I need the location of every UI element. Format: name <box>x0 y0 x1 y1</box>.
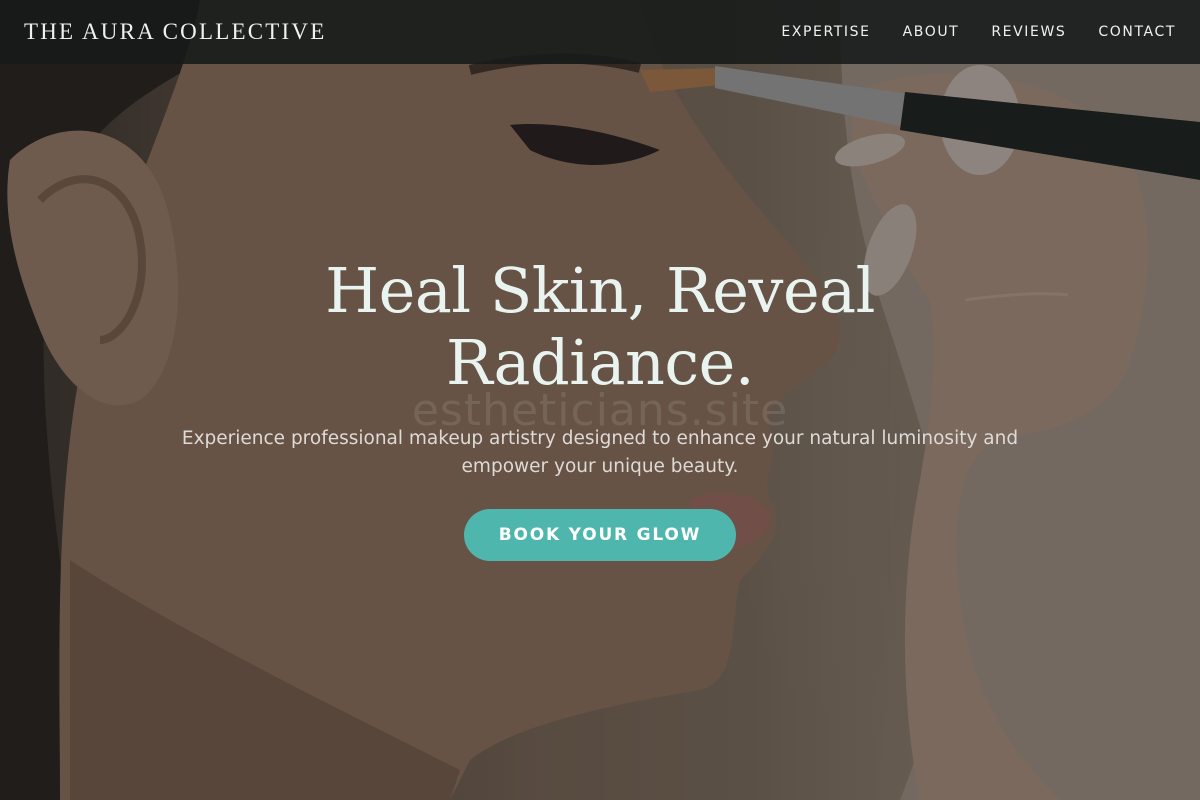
hero-content: Heal Skin, Reveal Radiance. Experience p… <box>0 255 1200 561</box>
site-header: THE AURA COLLECTIVE EXPERTISE ABOUT REVI… <box>0 0 1200 64</box>
nav-item-about[interactable]: ABOUT <box>903 24 960 40</box>
nav-item-expertise[interactable]: EXPERTISE <box>781 24 870 40</box>
main-nav: EXPERTISE ABOUT REVIEWS CONTACT <box>749 24 1176 40</box>
nav-item-reviews[interactable]: REVIEWS <box>991 24 1066 40</box>
book-your-glow-button[interactable]: BOOK YOUR GLOW <box>464 509 736 561</box>
nav-item-contact[interactable]: CONTACT <box>1098 24 1176 40</box>
hero-headline: Heal Skin, Reveal Radiance. <box>325 254 875 399</box>
hero-subtext: Experience professional makeup artistry … <box>181 428 1019 477</box>
brand-logo[interactable]: THE AURA COLLECTIVE <box>24 19 326 45</box>
